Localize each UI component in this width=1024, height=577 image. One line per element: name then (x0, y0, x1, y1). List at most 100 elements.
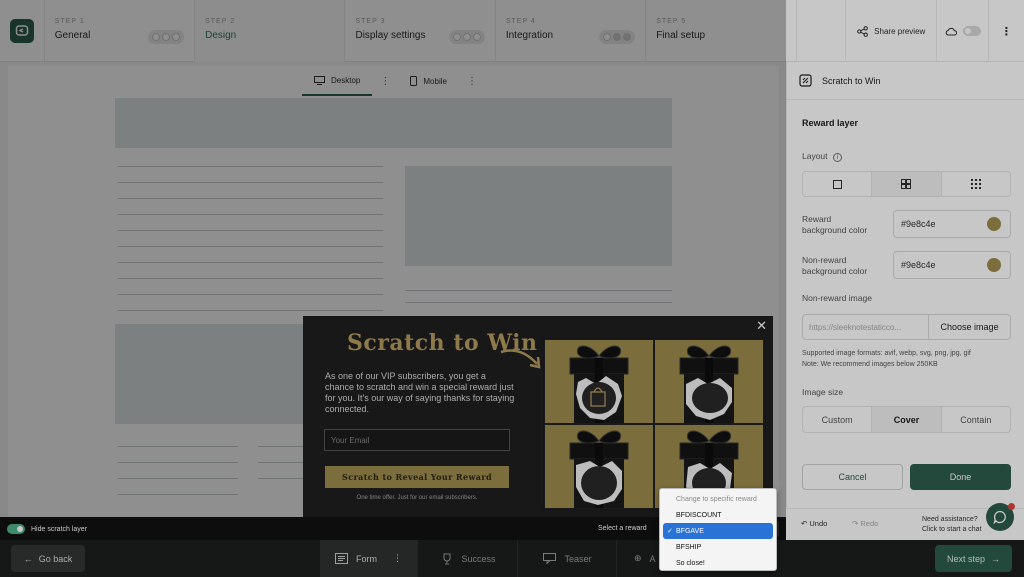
select-reward-label: Select a reward (598, 525, 647, 532)
bottom-bar: ← Go back Form ⋮ Success Teaser ⊕ A Next… (0, 540, 1024, 577)
history-bar: ↶ Undo ↷ Redo Need assistance? Click to s… (786, 503, 1024, 540)
scratch-popup: ✕ Scratch to Win As one of our VIP subsc… (303, 316, 773, 517)
tab-mobile-label: Mobile (423, 76, 447, 86)
popup-fine-print: One time offer. Just for our email subsc… (356, 495, 478, 501)
size-note: Note: We recommend images below 250KB (802, 361, 938, 368)
cancel-button[interactable]: Cancel (802, 464, 903, 490)
choose-image-button[interactable]: Choose image (928, 315, 1010, 339)
device-tabs: Desktop ⋮ Mobile ⋮ (8, 66, 779, 96)
step-integration[interactable]: STEP 4 Integration (496, 0, 647, 62)
undo-button[interactable]: ↶ Undo (801, 519, 827, 528)
step-number: STEP 3 (355, 18, 386, 25)
tab-form[interactable]: Form ⋮ (320, 540, 418, 577)
desktop-options-icon[interactable]: ⋮ (372, 76, 398, 87)
layout-grid-2x2-option[interactable] (872, 172, 942, 196)
share-preview-button[interactable]: Share preview (845, 0, 936, 62)
panel-title: Scratch to Win (822, 75, 881, 86)
mobile-options-icon[interactable]: ⋮ (459, 76, 485, 87)
section-title: Reward layer (802, 118, 859, 128)
notification-dot (1008, 503, 1015, 510)
step-design[interactable]: STEP 2 Design (195, 0, 346, 62)
scratch-grid (543, 338, 765, 510)
gift-box-icon (679, 345, 739, 423)
reward-option-bfdiscount[interactable]: BFDISCOUNT (660, 507, 776, 523)
assistance-text[interactable]: Need assistance? Click to start a chat (922, 515, 982, 535)
reward-option-bfship[interactable]: BFSHIP (660, 539, 776, 555)
layout-selector (802, 171, 1011, 197)
reward-option-bfgave[interactable]: ✓ BFGAVE (663, 523, 773, 539)
step-progress-dots (148, 30, 185, 44)
gift-box-icon (569, 430, 629, 508)
layout-label: Layout i (802, 151, 842, 162)
tab-add[interactable]: ⊕ A (618, 540, 662, 577)
step-number: STEP 1 (54, 18, 85, 25)
reward-option-so-close[interactable]: So close! (660, 555, 776, 571)
arrow-right-icon: → (991, 553, 1001, 564)
nonreward-image-field: https://sleeknotestaticco... Choose imag… (802, 314, 1011, 340)
tab-teaser[interactable]: Teaser (519, 540, 617, 577)
scratch-reveal-button[interactable]: Scratch to Reveal Your Reward (325, 466, 509, 488)
next-step-button[interactable]: Next step → (935, 545, 1012, 572)
square-icon (832, 179, 842, 189)
app-logo[interactable] (0, 0, 45, 62)
layout-single-option[interactable] (803, 172, 873, 196)
undo-icon: ↶ (801, 519, 808, 528)
image-size-contain[interactable]: Contain (942, 407, 1010, 432)
image-size-selector: Custom Cover Contain (802, 406, 1011, 433)
scratch-cell[interactable] (544, 339, 654, 424)
scratch-cell[interactable] (544, 424, 654, 509)
nonreward-bg-label: Non-reward background color (802, 255, 868, 276)
step-label: Design (205, 30, 237, 41)
tab-desktop-label: Desktop (331, 75, 361, 85)
popup-description: As one of our VIP subscribers, you get a… (325, 371, 515, 414)
logo-icon (9, 19, 34, 43)
redo-button[interactable]: ↷ Redo (852, 519, 878, 528)
info-icon[interactable]: i (832, 153, 842, 162)
close-icon[interactable]: ✕ (756, 318, 767, 334)
tab-success[interactable]: Success (420, 540, 518, 577)
tab-desktop[interactable]: Desktop (302, 66, 373, 96)
desktop-icon (314, 75, 326, 85)
scratch-cell[interactable] (654, 339, 764, 424)
step-number: STEP 5 (656, 18, 687, 25)
plus-icon: ⊕ (634, 553, 642, 563)
autosave-switch[interactable] (962, 26, 981, 36)
reward-bg-color-input[interactable]: #9e8c4e (893, 210, 1011, 238)
image-url-input[interactable]: https://sleeknotestaticco... (803, 315, 928, 339)
more-menu-button[interactable]: ⋮ (987, 0, 1024, 62)
image-size-custom[interactable]: Custom (803, 407, 873, 432)
placeholder-block (115, 324, 305, 424)
image-size-cover[interactable]: Cover (872, 407, 942, 432)
chat-icon (993, 510, 1006, 524)
hide-scratch-label: Hide scratch layer (31, 525, 88, 533)
image-size-label: Image size (802, 387, 844, 397)
tab-teaser-label: Teaser (564, 553, 592, 564)
arrow-left-icon: ← (23, 553, 33, 564)
chat-button[interactable] (986, 503, 1015, 531)
step-display-settings[interactable]: STEP 3 Display settings (345, 0, 496, 62)
nonreward-color-swatch[interactable] (987, 258, 1001, 272)
step-progress-dots (599, 30, 636, 44)
nonreward-bg-color-input[interactable]: #9e8c4e (893, 251, 1011, 279)
settings-panel: Scratch to Win Reward layer Layout i Rew… (786, 62, 1024, 517)
share-preview-label: Share preview (874, 26, 926, 36)
hide-scratch-toggle[interactable] (7, 524, 25, 534)
tab-mobile[interactable]: Mobile (398, 66, 459, 96)
layout-grid-3x3-option[interactable] (942, 172, 1010, 196)
reward-bg-label: Reward background color (802, 214, 868, 235)
tab-form-options-icon[interactable]: ⋮ (393, 553, 402, 564)
go-back-button[interactable]: ← Go back (11, 545, 85, 572)
cloud-icon (945, 27, 957, 35)
placeholder-image (405, 166, 672, 266)
next-step-label: Next step (946, 553, 986, 564)
reward-color-swatch[interactable] (987, 217, 1001, 231)
autosave-toggle[interactable] (936, 0, 987, 62)
step-general[interactable]: STEP 1 General (45, 0, 196, 62)
tab-add-label: A (649, 553, 656, 564)
email-input[interactable]: Your Email (324, 429, 510, 451)
step-final-setup[interactable]: STEP 5 Final setup (646, 0, 797, 62)
step-label: Final setup (656, 30, 706, 41)
done-button[interactable]: Done (910, 464, 1011, 490)
tab-success-label: Success (461, 553, 496, 564)
go-back-label: Go back (38, 553, 73, 564)
